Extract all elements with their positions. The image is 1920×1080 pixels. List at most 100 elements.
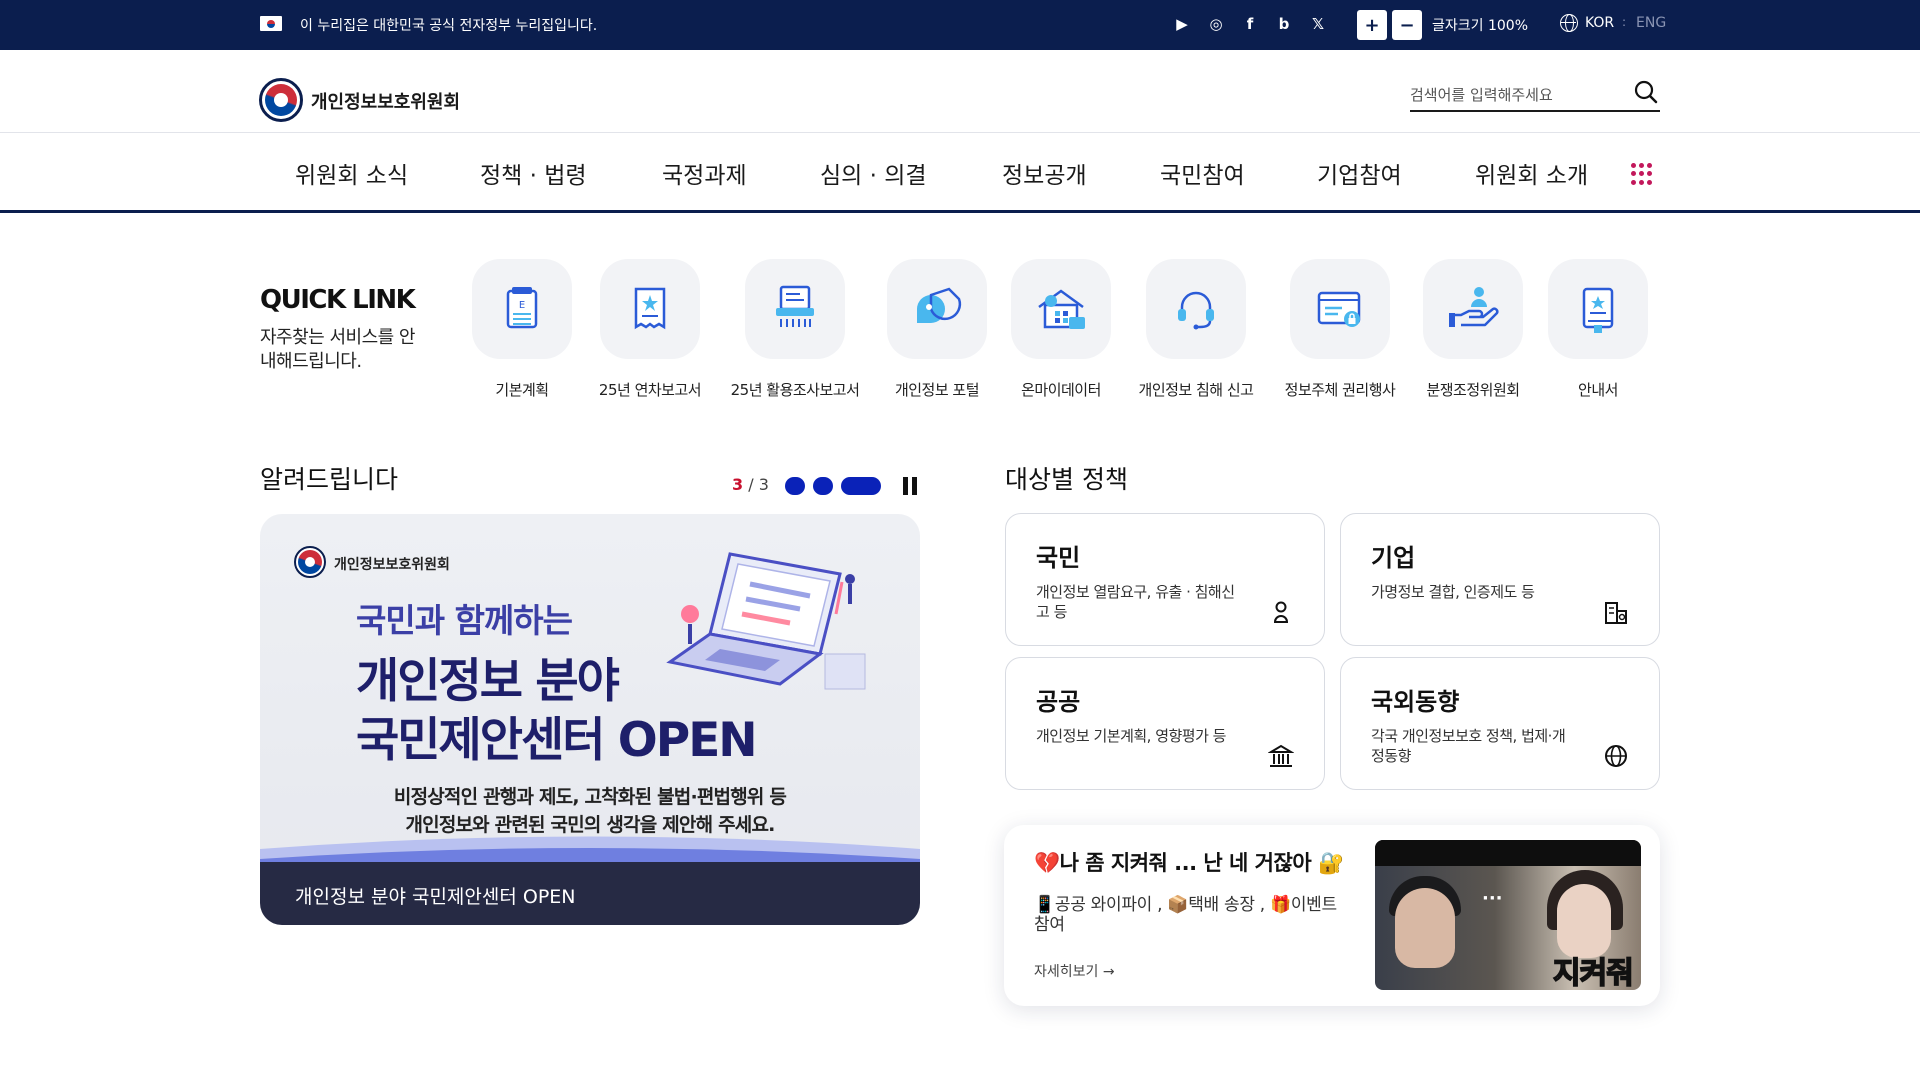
gnb-item-participation[interactable]: 국민참여 xyxy=(1160,156,1245,190)
banner-desc1: 비정상적인 관행과 제도, 고착화된 불법·편법행위 등 xyxy=(393,786,787,808)
gnb-item-policy-law[interactable]: 정책 · 법령 xyxy=(480,156,587,190)
slide-dot-2[interactable] xyxy=(813,477,833,495)
search-input[interactable] xyxy=(1410,82,1620,108)
quicklink-item[interactable]: 분쟁조정위원회 xyxy=(1403,259,1543,400)
gov-notice-text: 이 누리집은 대한민국 공식 전자정부 누리집입니다. xyxy=(300,18,598,34)
policy-card-desc: 개인정보 기본계획, 영향평가 등 xyxy=(1036,727,1226,745)
gov-topbar: 이 누리집은 대한민국 공식 전자정부 누리집입니다. ▶ ◎ f b 𝕏 + … xyxy=(0,0,1920,50)
policy-title: 대상별 정책 xyxy=(1005,465,1128,494)
gnb-item-disclosure[interactable]: 정보공개 xyxy=(1002,156,1087,190)
quicklink-item[interactable]: 온마이데이터 xyxy=(991,259,1131,400)
quicklink-label: 정보주체 권리행사 xyxy=(1284,381,1396,399)
font-decrease-button[interactable]: − xyxy=(1392,10,1422,40)
slide-total: / 3 xyxy=(748,475,769,494)
quicklink-label: 기본계획 xyxy=(495,381,549,399)
x-icon[interactable]: 𝕏 xyxy=(1306,12,1330,36)
grid-menu-icon[interactable] xyxy=(1631,163,1653,185)
thumb-person-1-face xyxy=(1395,888,1455,968)
notice-title: 알려드립니다 xyxy=(260,465,399,494)
slide-dot-3-active[interactable] xyxy=(841,477,881,495)
globe-icon xyxy=(1605,745,1627,767)
quicklink-subtitle: 자주찾는 서비스를 안내해드립니다. xyxy=(260,327,415,372)
gnb-item-news[interactable]: 위원회 소식 xyxy=(295,156,408,190)
pause-icon[interactable] xyxy=(901,475,921,497)
lang-eng-link[interactable]: ENG xyxy=(1636,15,1666,31)
quicklink-item[interactable]: E 기본계획 xyxy=(452,259,592,400)
mydata-icon xyxy=(1038,289,1085,329)
headset-icon xyxy=(1178,291,1214,330)
youtube-icon[interactable]: ▶ xyxy=(1170,12,1194,36)
policy-card-desc: 개인정보 열람요구, 유출 · 침해신고 등 xyxy=(1036,583,1235,621)
thumb-topstrip xyxy=(1375,840,1641,866)
instagram-icon[interactable]: ◎ xyxy=(1204,12,1228,36)
lang-separator: : xyxy=(1622,15,1627,29)
quicklink-label: 안내서 xyxy=(1578,381,1618,399)
banner-org: 개인정보보호위원회 xyxy=(334,557,450,573)
banner-caption: 개인정보 분야 국민제안센터 OPEN xyxy=(260,862,920,925)
banner-line3: 국민제안센터 OPEN xyxy=(356,713,758,768)
video-card[interactable]: 💔나 좀 지켜줘 ... 난 네 거잖아 🔐 📱공공 와이파이 , 📦택배 송장… xyxy=(1004,825,1660,1006)
survey-report-icon xyxy=(776,285,814,327)
gnb-item-deliberation[interactable]: 심의 · 의결 xyxy=(820,156,927,190)
quicklink-label: 개인정보 침해 신고 xyxy=(1138,381,1254,399)
rights-icon xyxy=(1317,291,1361,327)
policy-card-citizen[interactable]: 국민 개인정보 열람요구, 유출 · 침해신고 등 xyxy=(1005,513,1325,646)
quicklink-item[interactable]: 정보주체 권리행사 xyxy=(1270,259,1410,400)
guidebook-icon xyxy=(1582,287,1614,333)
policy-card-title: 공공 xyxy=(1036,688,1081,716)
gnb-item-about[interactable]: 위원회 소개 xyxy=(1475,156,1588,190)
globe-icon xyxy=(1560,14,1578,32)
quicklink-title: QUICK LINK xyxy=(260,285,416,315)
banner-logo-icon xyxy=(294,546,326,578)
banner-line1: 국민과 함께하는 xyxy=(356,601,573,640)
person-icon xyxy=(1273,601,1289,623)
social-links: ▶ ◎ f b 𝕏 xyxy=(1170,12,1330,36)
portal-icon xyxy=(917,287,962,323)
public-building-icon xyxy=(1268,744,1294,767)
site-header: 개인정보보호위원회 xyxy=(0,50,1920,133)
slide-dot-1[interactable] xyxy=(785,477,805,495)
video-thumbnail[interactable]: ··· 지켜줘 xyxy=(1375,840,1641,990)
policy-card-business[interactable]: 기업 가명정보 결합, 인증제도 등 xyxy=(1340,513,1660,646)
policy-card-title: 국외동향 xyxy=(1371,688,1460,716)
blog-icon[interactable]: b xyxy=(1272,12,1296,36)
mediation-icon xyxy=(1449,287,1499,327)
policy-card-title: 기업 xyxy=(1371,544,1416,572)
taegeuk-logo-icon[interactable] xyxy=(259,78,303,122)
plan-document-icon: E xyxy=(506,287,538,329)
laptop-illustration-icon xyxy=(666,552,866,690)
gnb-item-national-tasks[interactable]: 국정과제 xyxy=(662,156,747,190)
policy-card-desc: 가명정보 결합, 인증제도 등 xyxy=(1371,583,1535,601)
quicklink-label: 온마이데이터 xyxy=(1021,381,1101,399)
gnb-item-business[interactable]: 기업참여 xyxy=(1317,156,1402,190)
search-icon[interactable] xyxy=(1634,80,1658,104)
policy-card-desc: 각국 개인정보보호 정책, 법제·개정동향 xyxy=(1371,727,1566,765)
annual-report-icon xyxy=(634,287,666,330)
notice-banner[interactable]: 개인정보보호위원회 국민과 함께하는 개인정보 분야 국민제안센터 OPEN 비… xyxy=(260,514,920,925)
site-logo-text[interactable]: 개인정보보호위원회 xyxy=(311,88,460,114)
policy-card-global[interactable]: 국외동향 각국 개인정보보호 정책, 법제·개정동향 xyxy=(1340,657,1660,790)
quicklink-item[interactable]: 안내서 xyxy=(1528,259,1668,400)
search-box xyxy=(1410,80,1660,112)
korea-flag-icon xyxy=(260,16,282,31)
font-increase-button[interactable]: + xyxy=(1357,10,1387,40)
video-title: 💔나 좀 지켜줘 ... 난 네 거잖아 🔐 xyxy=(1034,851,1344,875)
thumb-caption: 지켜줘 xyxy=(1552,955,1634,990)
building-icon xyxy=(1605,602,1627,624)
quicklink-label: 분쟁조정위원회 xyxy=(1426,381,1520,399)
facebook-icon[interactable]: f xyxy=(1238,12,1262,36)
quicklink-item[interactable]: 개인정보 침해 신고 xyxy=(1126,259,1266,400)
quicklink-item[interactable]: 25년 연차보고서 xyxy=(580,259,720,400)
quicklink-item[interactable]: 개인정보 포털 xyxy=(867,259,1007,400)
video-more-link[interactable]: 자세히보기 → xyxy=(1034,961,1115,981)
video-desc: 📱공공 와이파이 , 📦택배 송장 , 🎁이벤트 참여 xyxy=(1034,895,1337,935)
thumb-person-2-face xyxy=(1557,884,1611,958)
slide-current: 3 xyxy=(732,475,744,494)
quicklink-label: 25년 연차보고서 xyxy=(598,381,702,399)
policy-card-public[interactable]: 공공 개인정보 기본계획, 영향평가 등 xyxy=(1005,657,1325,790)
quicklink-label: 개인정보 포털 xyxy=(894,381,980,399)
quicklink-item[interactable]: 25년 활용조사보고서 xyxy=(725,259,865,400)
lang-kor-link[interactable]: KOR xyxy=(1585,15,1614,31)
svg-text:E: E xyxy=(519,300,525,311)
policy-card-title: 국민 xyxy=(1036,544,1081,572)
